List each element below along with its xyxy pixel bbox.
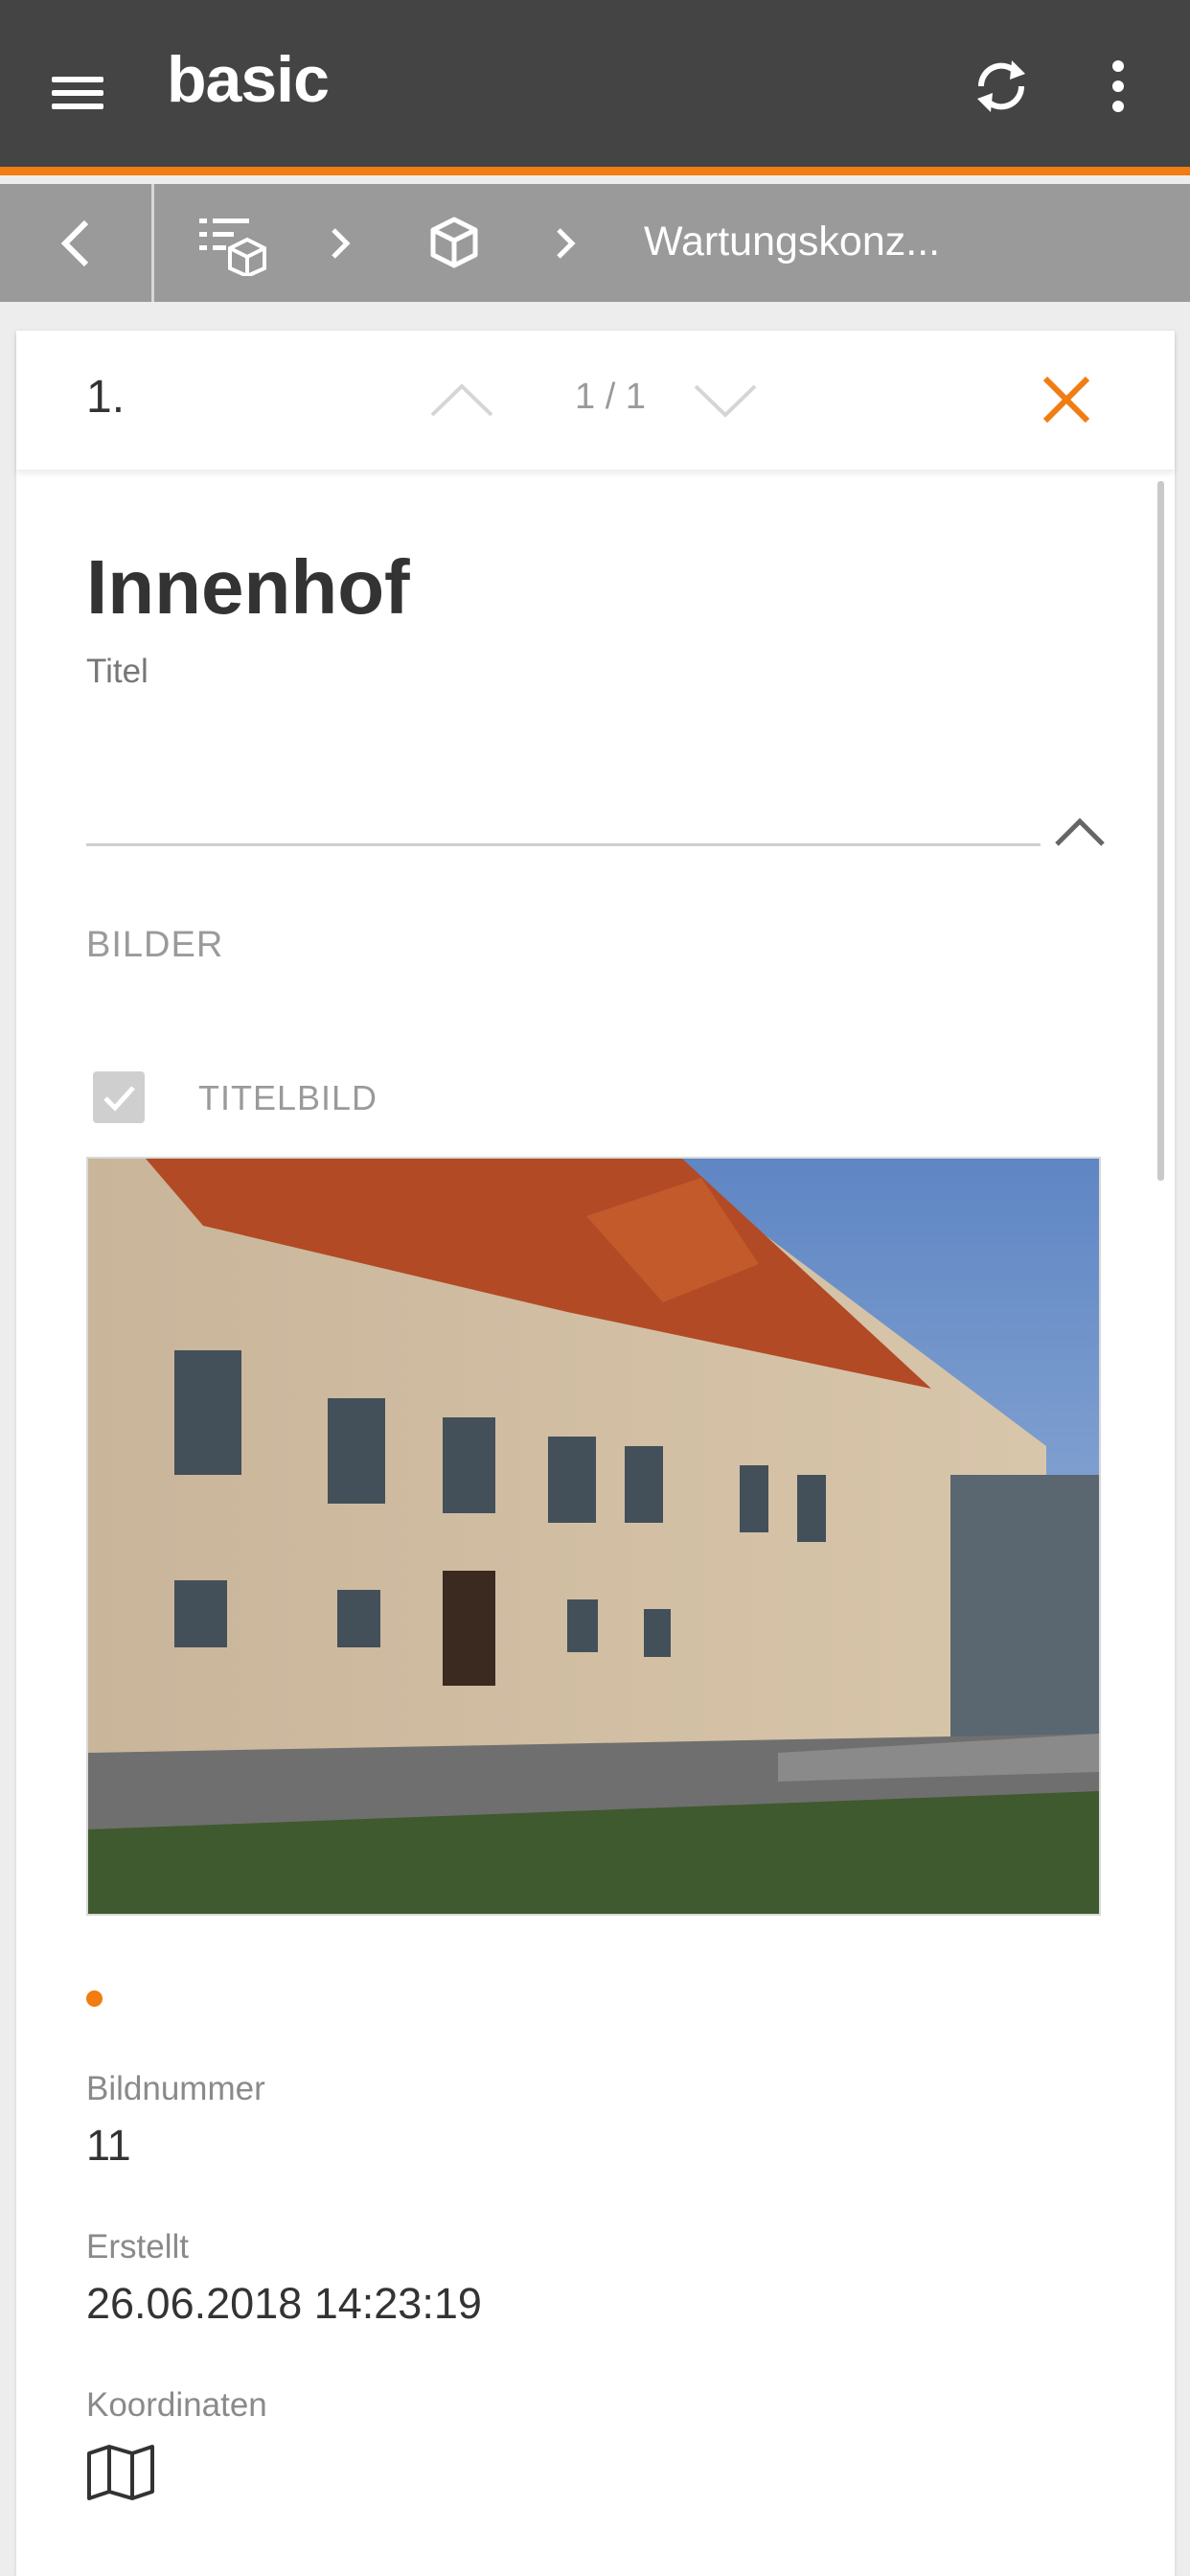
breadcrumb-separator [551,222,580,264]
chevron-left-icon [60,219,89,267]
app-title: basic [167,43,330,116]
cover-image-checkbox[interactable] [93,1071,145,1123]
back-button[interactable] [48,213,105,274]
pager-text: 1 / 1 [575,377,646,417]
chevron-right-icon [332,228,351,259]
section-divider [86,843,1041,846]
map-button[interactable] [86,2444,155,2501]
cube-icon [430,217,478,268]
record-title-label: Titel [86,653,149,690]
breadcrumb-item-object[interactable] [425,214,483,271]
item-index: 1. [86,372,126,423]
record-title: Innenhof [86,544,410,630]
scrollbar[interactable] [1157,481,1164,1181]
menu-icon-bar [52,77,103,82]
chevron-up-icon [430,383,493,417]
breadcrumb-bar: Wartungskonz... [0,184,1190,302]
chevron-up-icon [1055,817,1105,846]
breadcrumb-separator [326,222,355,264]
check-icon [103,1086,135,1112]
menu-button[interactable] [43,67,112,119]
more-options-button[interactable] [1097,53,1139,120]
chevron-down-icon [694,384,757,418]
breadcrumb-item-list[interactable] [197,213,266,279]
breadcrumb-current[interactable]: Wartungskonz... [644,218,940,265]
collapse-section-button[interactable] [1051,810,1109,852]
close-button[interactable] [1038,371,1095,428]
previous-button[interactable] [428,377,495,423]
app-bar: basic [0,0,1190,175]
card-header: 1. 1 / 1 [16,331,1175,470]
list-cube-icon [199,218,266,279]
images-section-heading: BILDER [86,925,224,965]
close-icon [1042,376,1090,424]
menu-icon-bar [52,104,103,109]
map-icon [87,2445,154,2500]
courtyard-image [88,1159,1099,1914]
image-number-value: 11 [86,2121,131,2170]
building-photo[interactable] [86,1157,1101,1916]
sync-icon [977,60,1025,112]
created-value: 26.06.2018 14:23:19 [86,2279,482,2328]
cover-image-label: TITELBILD [198,1078,378,1117]
chevron-right-icon [557,228,576,259]
sync-button[interactable] [968,53,1035,120]
breadcrumb-divider [151,184,154,302]
detail-card: 1. 1 / 1 Innenhof Titel BILDER TITELBILD… [16,331,1175,2576]
image-number-label: Bildnummer [86,2070,265,2107]
coordinates-label: Koordinaten [86,2386,267,2424]
carousel-indicator[interactable] [86,1990,103,2007]
menu-icon-bar [52,90,103,96]
next-button[interactable] [692,377,759,423]
created-label: Erstellt [86,2228,189,2266]
more-vert-icon [1112,60,1124,112]
